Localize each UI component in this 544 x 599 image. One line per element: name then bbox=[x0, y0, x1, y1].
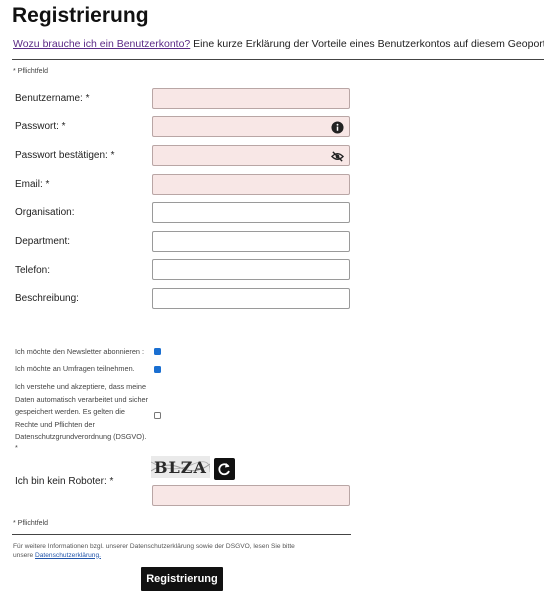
password-confirm-label: Passwort bestätigen: * bbox=[15, 150, 115, 161]
consent-checkbox[interactable] bbox=[154, 412, 161, 419]
consent-line: Datenschutzgrundverordnung (DSGVO). bbox=[15, 432, 147, 442]
required-note-top: * Pflichtfeld bbox=[13, 68, 49, 75]
newsletter-checkbox[interactable] bbox=[154, 348, 161, 355]
footer-text-prefix: unsere bbox=[13, 551, 35, 559]
beschreibung-label: Beschreibung: bbox=[15, 293, 79, 304]
intro-line: Wozu brauche ich ein Benutzerkonto? Eine… bbox=[13, 38, 544, 50]
captcha-image: BLZA bbox=[151, 456, 210, 478]
captcha-refresh-button[interactable] bbox=[214, 458, 235, 480]
newsletter-label: Ich möchte den Newsletter abonnieren : bbox=[15, 347, 144, 356]
telefon-label: Telefon: bbox=[15, 265, 51, 276]
password-confirm-input[interactable] bbox=[152, 145, 350, 166]
consent-label: Ich verstehe und akzeptiere, dass meine … bbox=[15, 381, 148, 451]
organisation-label: Organisation: bbox=[15, 207, 75, 218]
refresh-icon bbox=[218, 463, 230, 476]
department-input[interactable] bbox=[152, 231, 350, 252]
required-note-bottom: * Pflichtfeld bbox=[13, 520, 49, 527]
info-icon[interactable] bbox=[331, 121, 344, 134]
divider-bottom bbox=[12, 534, 351, 535]
consent-required-mark: * bbox=[15, 442, 18, 452]
footer-text: Für weitere Informationen bzgl. unserer … bbox=[13, 543, 295, 550]
surveys-checkbox[interactable] bbox=[154, 366, 161, 373]
intro-text: Eine kurze Erklärung der Vorteile eines … bbox=[190, 38, 544, 50]
eye-slash-icon[interactable] bbox=[331, 150, 344, 163]
email-label: Email: * bbox=[15, 179, 50, 190]
username-label: Benutzername: * bbox=[15, 93, 90, 104]
password-input[interactable] bbox=[152, 116, 350, 137]
surveys-label: Ich möchte an Umfragen teilnehmen. bbox=[15, 364, 135, 373]
consent-line: Daten automatisch verarbeitet und sicher bbox=[15, 394, 149, 404]
divider-top bbox=[12, 59, 544, 60]
footer-note: Für weitere Informationen bzgl. unserer … bbox=[13, 543, 343, 560]
captcha-label: Ich bin kein Roboter: * bbox=[15, 476, 114, 487]
telefon-input[interactable] bbox=[152, 259, 350, 280]
register-button[interactable]: Registrierung bbox=[141, 567, 223, 591]
password-label: Passwort: * bbox=[15, 121, 66, 132]
organisation-input[interactable] bbox=[152, 202, 350, 223]
beschreibung-input[interactable] bbox=[152, 288, 350, 309]
page-title: Registrierung bbox=[12, 4, 149, 27]
department-label: Department: bbox=[15, 236, 71, 247]
benefits-link[interactable]: Wozu brauche ich ein Benutzerkonto? bbox=[13, 38, 190, 50]
consent-line: Ich verstehe und akzeptiere, dass meine bbox=[15, 382, 147, 391]
consent-line: Rechte und Pflichten der bbox=[15, 419, 95, 429]
username-input[interactable] bbox=[152, 88, 350, 109]
consent-line: gespeichert werden. Es gelten die bbox=[15, 407, 125, 417]
email-input[interactable] bbox=[152, 174, 350, 195]
captcha-input[interactable] bbox=[152, 485, 350, 506]
captcha-text: BLZA bbox=[154, 458, 207, 477]
privacy-link[interactable]: Datenschutzerklärung. bbox=[35, 552, 101, 559]
